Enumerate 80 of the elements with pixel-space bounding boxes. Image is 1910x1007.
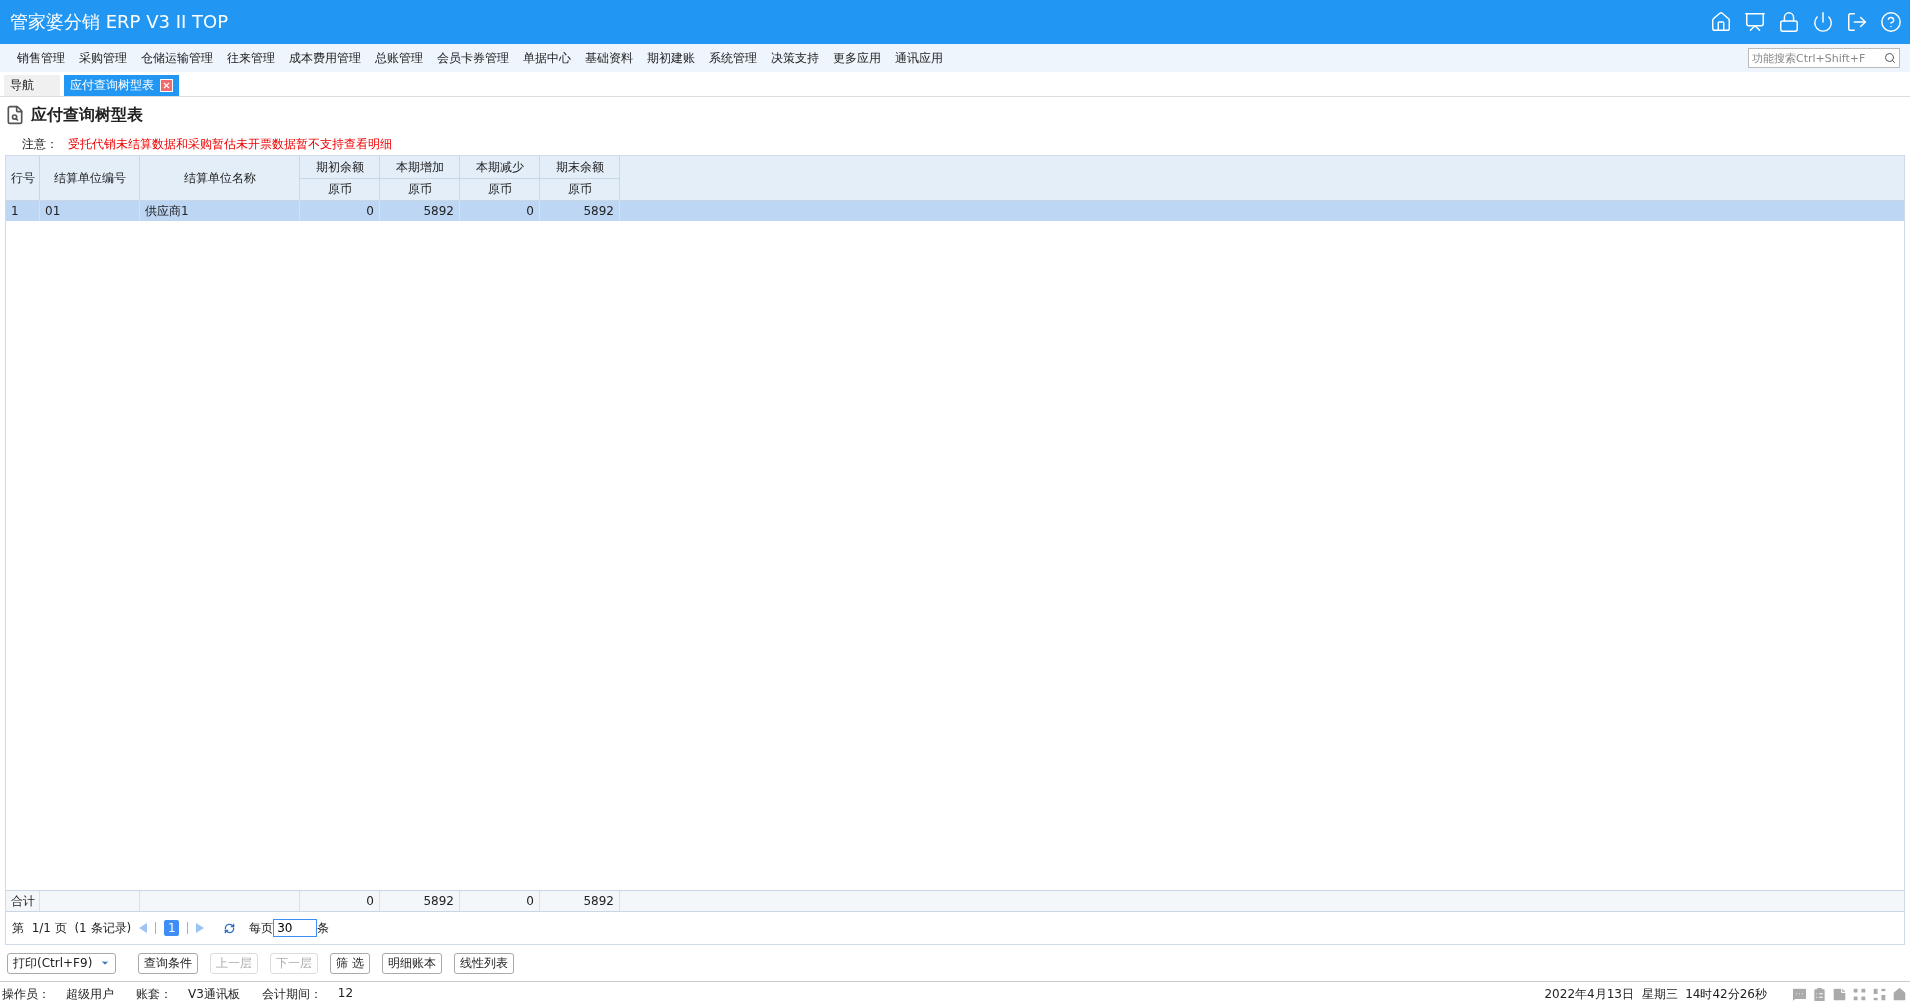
column-header: 期末余额 [540,156,620,178]
toolbar-button[interactable]: 线性列表 [454,952,515,974]
per-page-unit: 条 [317,919,330,937]
menu-item[interactable]: 单据中心 [516,49,578,67]
dashboard-icon[interactable] [1871,986,1888,1003]
status-label: 操作员： [2,986,50,1003]
column-header: 结算单位编号 [40,156,140,200]
column-header: 结算单位名称 [140,156,300,200]
previous-page-icon[interactable] [139,923,148,933]
status-label: 会计期间： [261,986,322,1003]
chat-icon[interactable] [1791,986,1808,1003]
refresh-icon[interactable] [224,922,236,934]
per-page-label: 每页 [249,919,274,937]
help-icon[interactable] [1880,11,1902,33]
next-page-icon[interactable] [196,923,205,933]
table-cell: 0 [460,201,540,221]
menu-item[interactable]: 成本费用管理 [282,49,368,67]
menu-item[interactable]: 会员卡券管理 [430,49,516,67]
tab-label: 导航 [10,77,34,94]
menu-item[interactable]: 系统管理 [702,49,764,67]
page-title: 应付查询树型表 [31,104,143,126]
table-cell: 0 [300,891,380,911]
close-icon[interactable] [160,79,173,92]
lock-icon[interactable] [1778,11,1800,33]
table-cell: 供应商1 [140,201,300,221]
menu-item[interactable]: 仓储运输管理 [134,49,220,67]
column-subheader: 原币 [540,178,620,200]
search-icon[interactable] [1884,52,1896,64]
column-header: 期初余额 [300,156,380,178]
menu-item[interactable]: 基础资料 [578,49,640,67]
page-summary: 第 1/1 页 (1 条记录) [12,919,132,937]
exit-icon[interactable] [1846,11,1868,33]
per-page-field[interactable]: 30 [273,919,318,937]
clipboard-icon[interactable] [1811,986,1828,1003]
table-cell: 5892 [540,201,620,221]
menu-item[interactable]: 采购管理 [72,49,134,67]
grid-icon[interactable] [1851,986,1868,1003]
notice-text: 受托代销未结算数据和采购暂估未开票数据暂不支持查看明细 [68,135,392,153]
status-value: 超级用户 [66,986,114,1003]
menu-item[interactable]: 通讯应用 [888,49,950,67]
totals-label: 合计 [6,891,40,911]
menu-item[interactable]: 期初建账 [640,49,702,67]
power-icon[interactable] [1812,11,1834,33]
table-cell: 01 [40,201,140,221]
status-value: V3通讯板 [188,986,240,1003]
toolbar-button[interactable]: 筛 选 [330,952,371,974]
search-field[interactable]: 功能搜索Ctrl+Shift+F [1748,48,1900,68]
print-dropdown[interactable]: 打印(Ctrl+F9) [7,952,117,974]
table-cell: 0 [300,201,380,221]
column-subheader: 原币 [460,178,540,200]
column-header: 本期增加 [380,156,460,178]
tab[interactable]: 导航 [4,75,60,96]
search-document-icon [5,105,25,125]
caret-icon [100,958,111,968]
table-cell: 5892 [380,201,460,221]
note-icon[interactable] [1831,986,1848,1003]
status-label: 账套： [136,986,172,1003]
menu-item[interactable]: 销售管理 [10,49,72,67]
table-cell: 0 [460,891,540,911]
column-subheader: 原币 [300,178,380,200]
column-header: 行号 [6,156,40,200]
tab-label: 应付查询树型表 [70,77,154,94]
menu-item[interactable]: 往来管理 [220,49,282,67]
menu-item[interactable]: 决策支持 [764,49,826,67]
column-header: 本期减少 [460,156,540,178]
notice-label: 注意： [22,135,58,153]
home-icon[interactable] [1710,11,1732,33]
table-row[interactable]: 1 01 供应商1 0 5892 0 5892 [6,201,1904,221]
status-value: 12 [337,986,354,1002]
toolbar-button[interactable]: 明细账本 [382,952,443,974]
table-cell: 5892 [380,891,460,911]
table-cell: 5892 [540,891,620,911]
app-title: 管家婆分销 ERP V3 II TOP [10,10,229,34]
table-cell: 1 [6,201,40,221]
toolbar-button[interactable]: 查询条件 [138,952,199,974]
menu-item[interactable]: 更多应用 [826,49,888,67]
datetime: 2022年4月13日 星期三 14时42分26秒 [1544,986,1767,1003]
menu-item[interactable]: 总账管理 [368,49,430,67]
column-subheader: 原币 [380,178,460,200]
home-icon[interactable] [1891,986,1908,1003]
